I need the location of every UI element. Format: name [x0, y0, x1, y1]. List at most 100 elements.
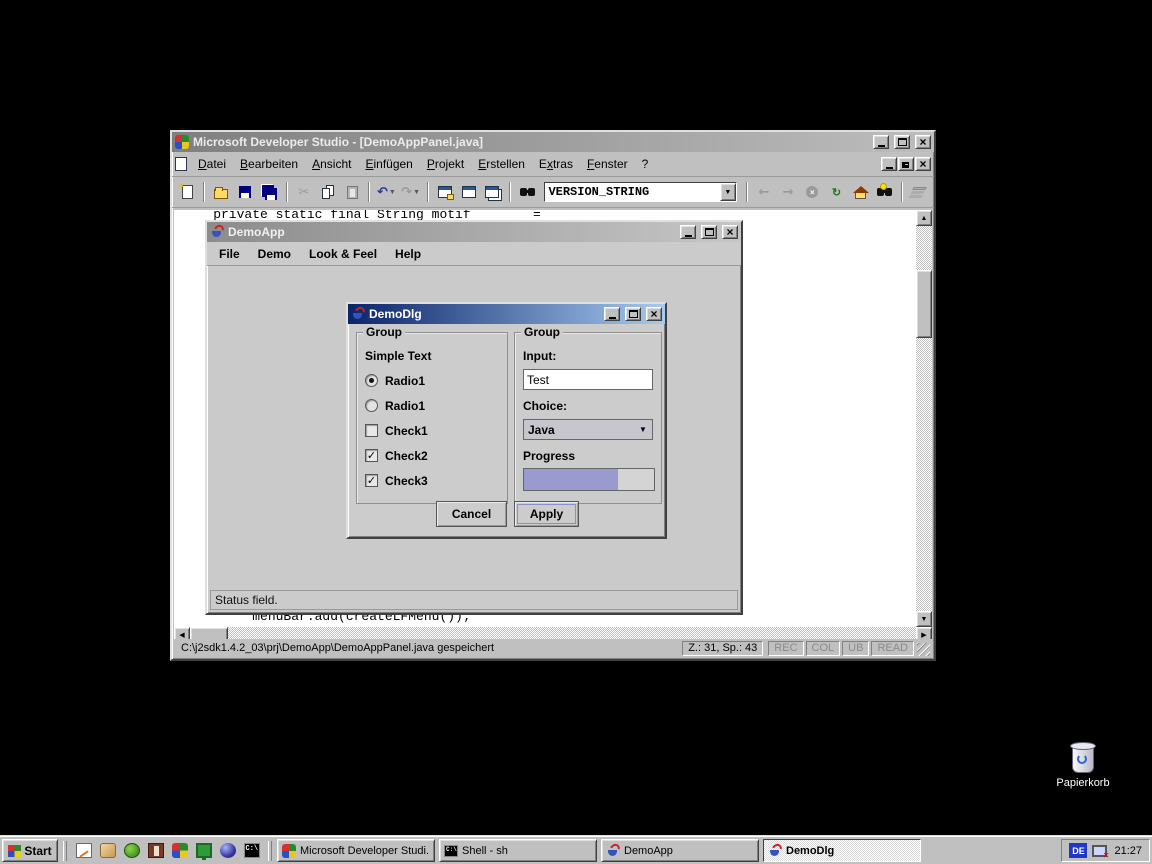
mdi-document-icon[interactable] — [175, 157, 187, 171]
home-button[interactable] — [850, 180, 872, 204]
menu-item-erstellen[interactable]: Erstellen — [471, 155, 532, 173]
menu-item-bearbeiten[interactable]: Bearbeiten — [233, 155, 305, 173]
close-button[interactable]: × — [915, 135, 931, 149]
cursor-position: Z.: 31, Sp.: 43 — [682, 641, 763, 656]
demodlg-close-button[interactable]: × — [646, 307, 662, 321]
stop-button[interactable]: × — [801, 180, 823, 204]
scroll-down-button[interactable]: ▼ — [916, 611, 932, 627]
taskbar-task-demoapp[interactable]: DemoApp — [601, 839, 759, 862]
input-field[interactable] — [523, 369, 653, 390]
check-checked-icon[interactable]: ✓ — [365, 449, 378, 462]
mdi-minimize-button[interactable] — [881, 157, 897, 171]
demodlg-titlebar[interactable]: DemoDlg × — [348, 304, 665, 324]
cancel-button[interactable]: Cancel — [436, 501, 507, 527]
vertical-scroll-thumb[interactable] — [916, 270, 932, 338]
save-all-button[interactable] — [259, 180, 281, 204]
menu-item-help[interactable]: Help — [386, 244, 430, 264]
start-label: Start — [24, 844, 51, 858]
forward-arrow-icon: → — [783, 185, 794, 200]
layers-icon — [912, 187, 926, 190]
devstudio-titlebar[interactable]: Microsoft Developer Studio - [DemoAppPan… — [172, 132, 934, 152]
refresh-button[interactable]: ↻ — [825, 180, 847, 204]
radio-radio1[interactable]: Radio1 — [365, 398, 499, 413]
demodlg-maximize-button[interactable] — [625, 307, 641, 321]
find-in-files-button[interactable] — [516, 180, 538, 204]
vertical-scrollbar[interactable]: ▲ ▼ — [916, 210, 932, 627]
mdi-close-button[interactable]: × — [915, 157, 931, 171]
menu-item-datei[interactable]: Datei — [191, 155, 233, 173]
output-button[interactable] — [458, 180, 480, 204]
new-file-button[interactable] — [176, 180, 198, 204]
navigate-forward-button[interactable]: → — [777, 180, 799, 204]
toolbar-handle[interactable] — [63, 841, 67, 861]
menu-item-einf-gen[interactable]: Einfügen — [358, 155, 419, 173]
check-checked-icon[interactable]: ✓ — [365, 474, 378, 487]
menu-item-file[interactable]: File — [210, 244, 249, 264]
quicklaunch-book-button[interactable] — [144, 840, 167, 862]
quicklaunch-green-monitor-button[interactable] — [192, 840, 215, 862]
apply-button[interactable]: Apply — [514, 501, 579, 527]
open-file-button[interactable] — [210, 180, 232, 204]
scissors-icon: ✂ — [298, 185, 309, 200]
redo-dropdown-icon[interactable]: ▼ — [413, 189, 420, 196]
taskbar-clock: 21:27 — [1112, 845, 1142, 857]
copy-button[interactable] — [317, 180, 339, 204]
paste-button[interactable] — [341, 180, 363, 204]
taskbar-task-demodlg[interactable]: DemoDlg — [763, 839, 921, 862]
quicklaunch-edit-pad-button[interactable] — [72, 840, 95, 862]
menu-item-demo[interactable]: Demo — [249, 244, 300, 264]
check-unchecked-icon[interactable] — [365, 424, 378, 437]
quicklaunch-sphere-browser-button[interactable] — [216, 840, 239, 862]
demoapp-titlebar[interactable]: DemoApp × — [207, 222, 741, 242]
radio-radio1[interactable]: Radio1 — [365, 373, 499, 388]
undo-dropdown-icon[interactable]: ▼ — [389, 189, 396, 196]
minimize-button[interactable] — [873, 135, 889, 149]
menu-item-?[interactable]: ? — [635, 155, 656, 173]
menu-item-projekt[interactable]: Projekt — [420, 155, 471, 173]
resize-grip[interactable] — [917, 643, 930, 656]
radio-checked-icon[interactable] — [365, 374, 378, 387]
save-button[interactable] — [234, 180, 256, 204]
taskbar-task-shell-sh[interactable]: Shell - sh — [439, 839, 597, 862]
search-combo[interactable]: VERSION_STRING ▼ — [544, 182, 736, 202]
quicklaunch-msdev-button[interactable] — [168, 840, 191, 862]
maximize-button[interactable] — [894, 135, 910, 149]
quicklaunch-bug-button[interactable] — [120, 840, 143, 862]
check-check1[interactable]: Check1 — [365, 423, 499, 438]
search-combo-dropdown-button[interactable]: ▼ — [720, 183, 736, 201]
workspace-button[interactable] — [434, 180, 456, 204]
choice-combobox[interactable]: Java ▼ — [523, 419, 653, 440]
group-box-left: Group Simple Text Radio1Radio1Check1✓Che… — [356, 332, 508, 504]
check-check3[interactable]: ✓Check3 — [365, 473, 499, 488]
quicklaunch-console-button[interactable] — [240, 840, 263, 862]
quicklaunch-hand-writer-button[interactable] — [96, 840, 119, 862]
mdi-restore-button[interactable] — [898, 157, 914, 171]
search-combo-value[interactable]: VERSION_STRING — [545, 185, 719, 199]
search-button[interactable] — [874, 180, 896, 204]
cascade-windows-button[interactable] — [482, 180, 504, 204]
keyboard-layout-indicator[interactable]: DE — [1069, 843, 1087, 858]
navigate-back-button[interactable]: ← — [753, 180, 775, 204]
undo-button[interactable]: ↶▼ — [375, 180, 397, 204]
recycle-bin-desktop-icon[interactable]: Papierkorb — [1050, 742, 1116, 789]
system-tray: DE 21:27 — [1061, 839, 1150, 862]
demoapp-maximize-button[interactable] — [701, 225, 717, 239]
redo-button[interactable]: ↷▼ — [400, 180, 422, 204]
menu-item-extras[interactable]: Extras — [532, 155, 580, 173]
demoapp-close-button[interactable]: × — [722, 225, 738, 239]
menu-item-look-feel[interactable]: Look & Feel — [300, 244, 386, 264]
toolbar-handle[interactable] — [268, 841, 272, 861]
compile-button[interactable] — [908, 180, 930, 204]
demoapp-minimize-button[interactable] — [680, 225, 696, 239]
cut-button[interactable]: ✂ — [293, 180, 315, 204]
check-check2[interactable]: ✓Check2 — [365, 448, 499, 463]
menu-item-fenster[interactable]: Fenster — [580, 155, 635, 173]
start-button[interactable]: Start — [2, 839, 58, 862]
taskbar-task-microsoft-developer-studi-[interactable]: Microsoft Developer Studi... — [277, 839, 435, 862]
menu-item-ansicht[interactable]: Ansicht — [305, 155, 358, 173]
network-offline-icon[interactable] — [1092, 845, 1107, 857]
choice-label: Choice: — [523, 399, 653, 413]
radio-unchecked-icon[interactable] — [365, 399, 378, 412]
demodlg-minimize-button[interactable] — [604, 307, 620, 321]
scroll-up-button[interactable]: ▲ — [916, 210, 932, 226]
